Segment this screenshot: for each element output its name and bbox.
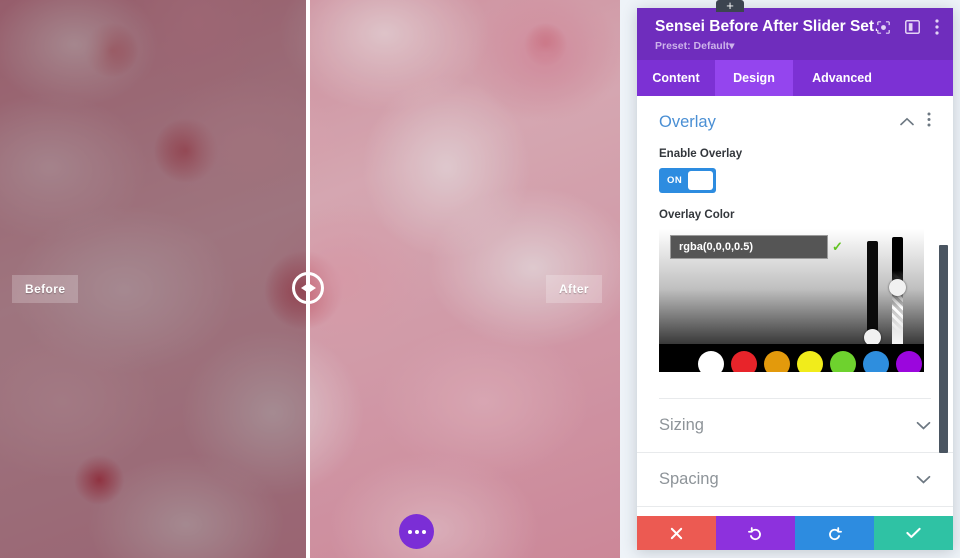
enable-overlay-toggle[interactable]: ON [659,168,716,193]
panel-scrollbar-thumb[interactable] [939,245,948,453]
swatch-green[interactable] [830,351,856,372]
color-swatch-row [659,344,924,372]
arrow-left-icon [300,284,307,292]
alpha-slider[interactable] [892,237,903,355]
kebab-menu-icon[interactable] [927,112,931,132]
color-value-field[interactable]: ✓ [670,235,843,259]
check-icon [906,527,921,538]
overlay-color-label: Overlay Color [659,209,735,221]
chevron-down-icon: ▾ [729,40,735,52]
after-label: After [545,275,602,303]
section-spacing[interactable]: Spacing [637,453,953,507]
toggle-knob [688,171,713,190]
toggle-state-label: ON [667,175,683,186]
preset-label: Preset: Default [655,40,730,52]
color-picker[interactable]: ✓ [659,229,924,372]
spacing-section-label: Spacing [659,470,719,488]
module-settings-panel: Sensei Before After Slider Set… Preset: … [637,8,953,550]
undo-icon [748,526,761,540]
chevron-down-icon [916,471,931,489]
swatch-yellow[interactable] [797,351,823,372]
slider-drag-handle[interactable] [292,272,324,304]
focus-target-icon[interactable] [877,20,890,34]
before-label: Before [12,275,79,303]
swatch-purple[interactable] [896,351,922,372]
arrow-right-icon [309,284,316,292]
split-panel-icon[interactable] [905,20,920,34]
preset-dropdown[interactable]: Preset: Default▾ [655,40,939,52]
overlay-section: Overlay Enable Overlay ON Overlay Color … [637,96,953,399]
ellipsis-dot-icon [407,529,412,534]
swatch-white[interactable] [698,351,724,372]
tab-content[interactable]: Content [637,60,715,96]
chevron-down-icon [916,417,931,435]
add-module-tab[interactable]: + [716,0,744,12]
redo-button[interactable] [795,516,874,550]
ellipsis-dot-icon [421,529,426,534]
color-value-input[interactable] [671,241,832,253]
sizing-section-label: Sizing [659,416,704,434]
overlay-section-title: Overlay [659,112,716,131]
enable-overlay-label: Enable Overlay [659,148,743,160]
panel-body: Overlay Enable Overlay ON Overlay Color … [637,96,953,516]
redo-icon [829,526,842,540]
panel-header: Sensei Before After Slider Set… Preset: … [637,8,953,60]
cancel-button[interactable] [637,516,716,550]
undo-button[interactable] [716,516,795,550]
swatch-black[interactable] [665,351,691,372]
close-x-icon [670,527,683,539]
swatch-red[interactable] [731,351,757,372]
tab-design[interactable]: Design [715,60,793,96]
color-confirm-check-icon[interactable]: ✓ [832,239,843,255]
chevron-up-icon[interactable] [900,113,914,131]
before-after-slider-canvas[interactable]: Before After [0,0,620,558]
alpha-slider-knob[interactable] [889,279,906,296]
module-actions-button[interactable] [399,514,434,549]
section-sizing[interactable]: Sizing [637,399,953,453]
tab-advanced[interactable]: Advanced [793,60,891,96]
swatch-blue[interactable] [863,351,889,372]
panel-action-bar [637,516,953,550]
swatch-orange[interactable] [764,351,790,372]
kebab-menu-icon[interactable] [935,19,939,35]
save-button[interactable] [874,516,953,550]
panel-tab-bar: Content Design Advanced [637,60,953,96]
ellipsis-dot-icon [414,529,419,534]
panel-title: Sensei Before After Slider Set… [655,18,877,35]
